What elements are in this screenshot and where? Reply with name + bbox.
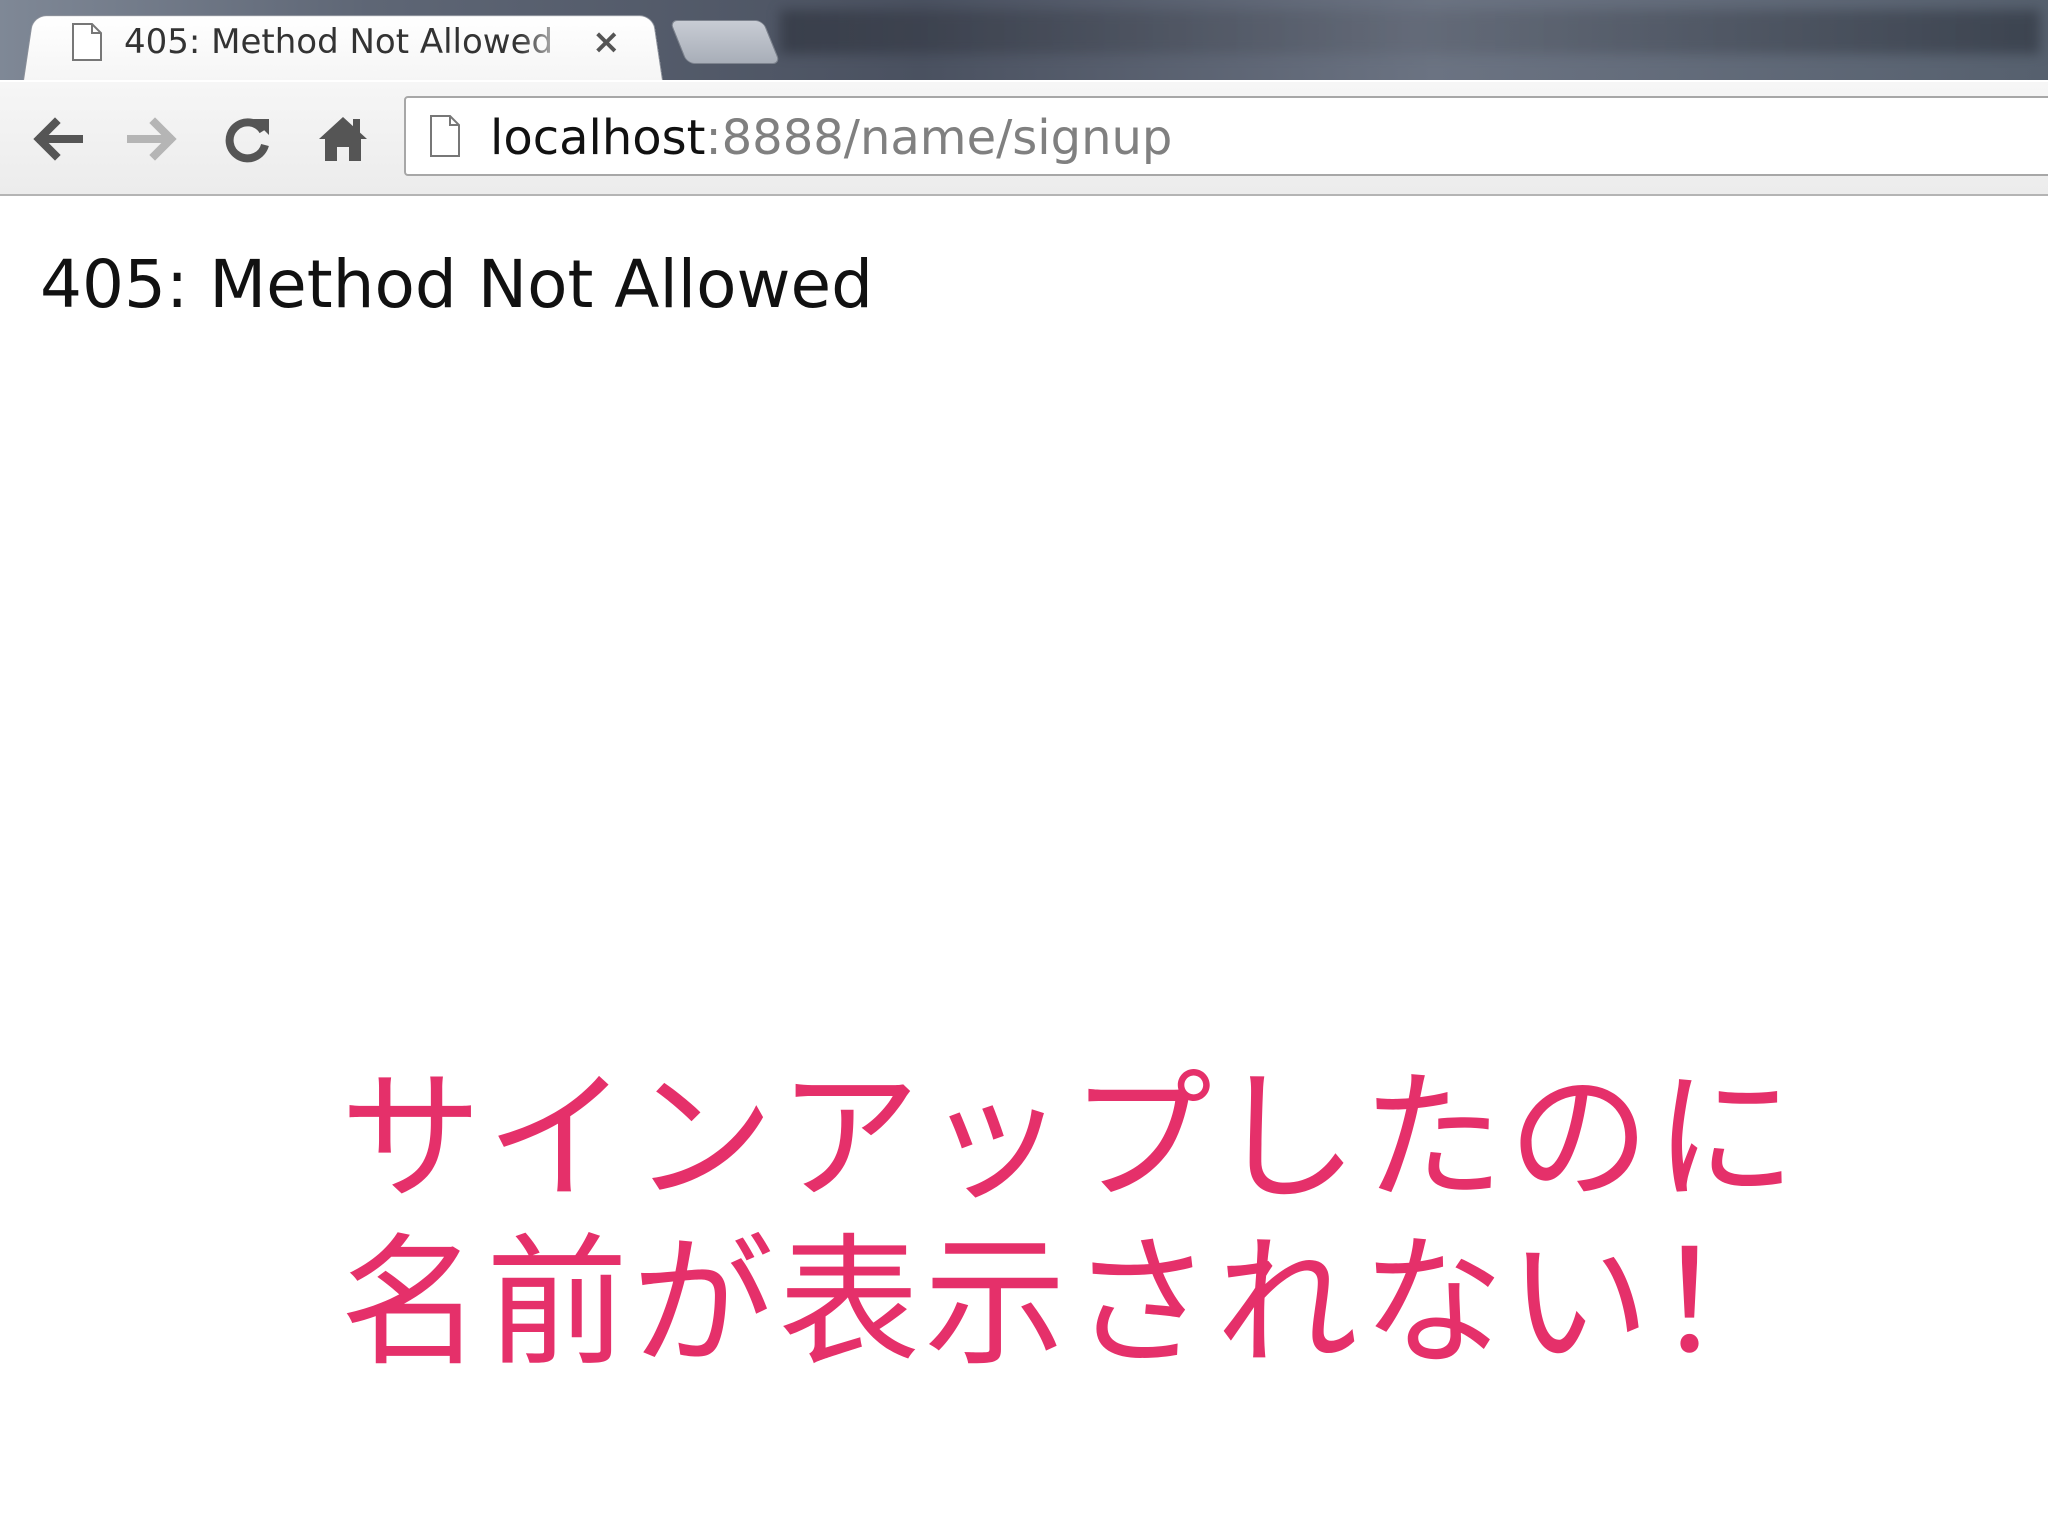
- forward-button[interactable]: [118, 104, 188, 174]
- forward-arrow-icon: [127, 117, 177, 161]
- new-tab-button[interactable]: [669, 20, 781, 64]
- active-tab-content: 405: Method Not Allowed ×: [70, 16, 621, 68]
- url-path: :8888/name/signup: [705, 110, 1173, 166]
- home-icon: [319, 117, 367, 161]
- address-bar-url[interactable]: localhost:8888/name/signup: [490, 108, 1172, 168]
- reload-icon: [225, 118, 269, 163]
- reload-button[interactable]: [212, 104, 282, 174]
- page-icon: [72, 23, 102, 61]
- address-bar[interactable]: localhost:8888/name/signup: [404, 96, 2048, 176]
- page-content: 405: Method Not Allowed サインアップしたのに 名前が表示…: [0, 196, 2048, 1536]
- tab-strip-blurred-background: [780, 10, 2040, 54]
- tab-strip: 405: Method Not Allowed ×: [0, 0, 2048, 80]
- back-arrow-icon: [33, 117, 83, 161]
- caption-line-2: 名前が表示されない！: [340, 1221, 1800, 1386]
- tab-title: 405: Method Not Allowed: [124, 22, 554, 62]
- caption-overlay: サインアップしたのに 名前が表示されない！: [340, 1056, 1800, 1386]
- caption-line-1: サインアップしたのに: [340, 1056, 1800, 1221]
- page-icon: [430, 115, 460, 157]
- back-button[interactable]: [22, 104, 92, 174]
- tab-close-icon[interactable]: ×: [592, 25, 621, 59]
- url-host: localhost: [490, 110, 706, 166]
- error-message: 405: Method Not Allowed: [40, 246, 873, 323]
- browser-toolbar: localhost:8888/name/signup: [0, 82, 2048, 196]
- home-button[interactable]: [308, 104, 378, 174]
